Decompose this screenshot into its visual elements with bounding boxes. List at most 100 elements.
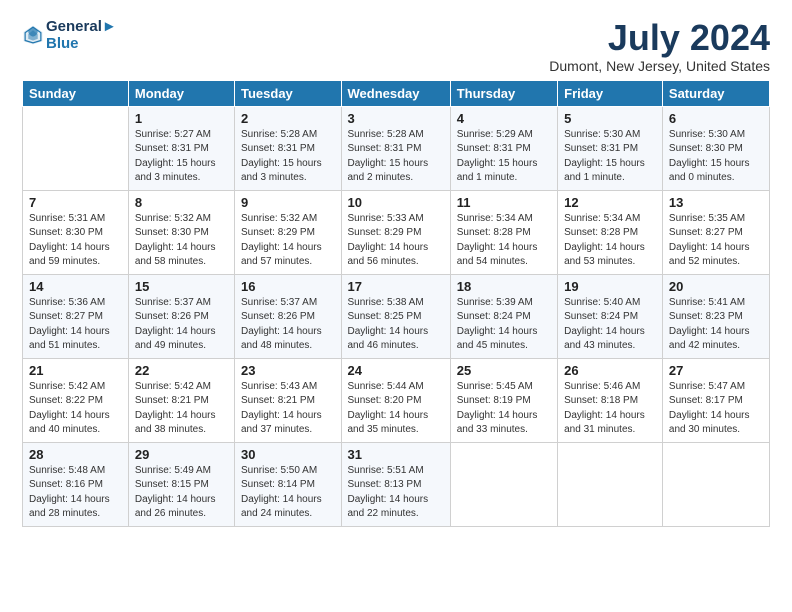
day-number: 15 — [135, 279, 228, 294]
cell-content: Sunrise: 5:35 AM Sunset: 8:27 PM Dayligh… — [669, 212, 763, 270]
calendar-cell: 27Sunrise: 5:47 AM Sunset: 8:17 PM Dayli… — [662, 358, 769, 442]
week-row-3: 14 Sunrise: 5:36 AM Sunset: 8:27 PM Dayli… — [23, 274, 770, 358]
day-number: 4 — [457, 111, 551, 126]
cell-content: Sunrise: 5:41 AM Sunset: 8:23 PM Dayligh… — [669, 296, 763, 354]
day-number: 26 — [564, 363, 656, 378]
calendar-cell: 7 Sunrise: 5:31 AM Sunset: 8:30 PM Daylig… — [23, 190, 129, 274]
day-number: 16 — [241, 279, 335, 294]
cell-content: Sunrise: 5:42 AM Sunset: 8:22 PM Dayligh… — [29, 380, 122, 438]
calendar-cell: 13 Sunrise: 5:35 AM Sunset: 8:27 PM Dayli… — [662, 190, 769, 274]
calendar-cell: 12 Sunrise: 5:34 AM Sunset: 8:28 PM Dayli… — [558, 190, 663, 274]
cell-content: Sunrise: 5:47 AM Sunset: 8:17 PM Dayligh… — [669, 380, 763, 438]
cell-content: Sunrise: 5:42 AM Sunset: 8:21 PM Dayligh… — [135, 380, 228, 438]
cell-content: Sunrise: 5:44 AM Sunset: 8:20 PM Dayligh… — [348, 380, 444, 438]
calendar-cell: 28Sunrise: 5:48 AM Sunset: 8:16 PM Dayli… — [23, 442, 129, 526]
calendar-cell: 25 Sunrise: 5:45 AM Sunset: 8:19 PM Dayli… — [450, 358, 557, 442]
day-number: 7 — [29, 195, 122, 210]
calendar-cell — [558, 442, 663, 526]
cell-content: Sunrise: 5:33 AM Sunset: 8:29 PM Dayligh… — [348, 212, 444, 270]
cell-content: Sunrise: 5:36 AM Sunset: 8:27 PM Dayligh… — [29, 296, 122, 354]
calendar-cell: 22Sunrise: 5:42 AM Sunset: 8:21 PM Dayli… — [128, 358, 234, 442]
day-number: 2 — [241, 111, 335, 126]
logo: General► Blue — [22, 18, 117, 52]
logo-text: General► Blue — [46, 18, 117, 52]
calendar-cell: 1Sunrise: 5:27 AM Sunset: 8:31 PM Daylig… — [128, 106, 234, 190]
calendar-cell: 6Sunrise: 5:30 AM Sunset: 8:30 PM Daylig… — [662, 106, 769, 190]
day-number: 25 — [457, 363, 551, 378]
page: General► Blue July 2024 Dumont, New Jers… — [0, 0, 792, 537]
calendar-cell: 5Sunrise: 5:30 AM Sunset: 8:31 PM Daylig… — [558, 106, 663, 190]
calendar-cell: 16 Sunrise: 5:37 AM Sunset: 8:26 PM Dayli… — [235, 274, 342, 358]
weekday-header-thursday: Thursday — [450, 80, 557, 106]
calendar-cell: 18 Sunrise: 5:39 AM Sunset: 8:24 PM Dayli… — [450, 274, 557, 358]
week-row-2: 7 Sunrise: 5:31 AM Sunset: 8:30 PM Daylig… — [23, 190, 770, 274]
calendar-cell: 11 Sunrise: 5:34 AM Sunset: 8:28 PM Dayli… — [450, 190, 557, 274]
calendar-cell: 2 Sunrise: 5:28 AM Sunset: 8:31 PM Daylig… — [235, 106, 342, 190]
subtitle: Dumont, New Jersey, United States — [549, 58, 770, 74]
weekday-header-saturday: Saturday — [662, 80, 769, 106]
day-number: 6 — [669, 111, 763, 126]
day-number: 23 — [241, 363, 335, 378]
day-number: 10 — [348, 195, 444, 210]
weekday-header-sunday: Sunday — [23, 80, 129, 106]
day-number: 3 — [348, 111, 444, 126]
cell-content: Sunrise: 5:39 AM Sunset: 8:24 PM Dayligh… — [457, 296, 551, 354]
cell-content: Sunrise: 5:34 AM Sunset: 8:28 PM Dayligh… — [457, 212, 551, 270]
day-number: 18 — [457, 279, 551, 294]
day-number: 17 — [348, 279, 444, 294]
calendar-cell: 8Sunrise: 5:32 AM Sunset: 8:30 PM Daylig… — [128, 190, 234, 274]
day-number: 20 — [669, 279, 763, 294]
calendar-cell: 29Sunrise: 5:49 AM Sunset: 8:15 PM Dayli… — [128, 442, 234, 526]
main-title: July 2024 — [549, 18, 770, 58]
day-number: 19 — [564, 279, 656, 294]
cell-content: Sunrise: 5:34 AM Sunset: 8:28 PM Dayligh… — [564, 212, 656, 270]
cell-content: Sunrise: 5:49 AM Sunset: 8:15 PM Dayligh… — [135, 464, 228, 522]
calendar-cell — [23, 106, 129, 190]
day-number: 11 — [457, 195, 551, 210]
cell-content: Sunrise: 5:29 AM Sunset: 8:31 PM Dayligh… — [457, 128, 551, 186]
cell-content: Sunrise: 5:51 AM Sunset: 8:13 PM Dayligh… — [348, 464, 444, 522]
calendar-cell: 17Sunrise: 5:38 AM Sunset: 8:25 PM Dayli… — [341, 274, 450, 358]
cell-content: Sunrise: 5:28 AM Sunset: 8:31 PM Dayligh… — [241, 128, 335, 186]
day-number: 21 — [29, 363, 122, 378]
weekday-header-wednesday: Wednesday — [341, 80, 450, 106]
calendar-body: 1Sunrise: 5:27 AM Sunset: 8:31 PM Daylig… — [23, 106, 770, 526]
calendar-cell: 15 Sunrise: 5:37 AM Sunset: 8:26 PM Dayli… — [128, 274, 234, 358]
week-row-1: 1Sunrise: 5:27 AM Sunset: 8:31 PM Daylig… — [23, 106, 770, 190]
weekday-header-friday: Friday — [558, 80, 663, 106]
weekday-header-monday: Monday — [128, 80, 234, 106]
calendar-cell — [662, 442, 769, 526]
day-number: 24 — [348, 363, 444, 378]
calendar-cell: 20 Sunrise: 5:41 AM Sunset: 8:23 PM Dayli… — [662, 274, 769, 358]
cell-content: Sunrise: 5:37 AM Sunset: 8:26 PM Dayligh… — [135, 296, 228, 354]
calendar-cell — [450, 442, 557, 526]
cell-content: Sunrise: 5:45 AM Sunset: 8:19 PM Dayligh… — [457, 380, 551, 438]
week-row-5: 28Sunrise: 5:48 AM Sunset: 8:16 PM Dayli… — [23, 442, 770, 526]
day-number: 14 — [29, 279, 122, 294]
cell-content: Sunrise: 5:30 AM Sunset: 8:31 PM Dayligh… — [564, 128, 656, 186]
day-number: 9 — [241, 195, 335, 210]
cell-content: Sunrise: 5:37 AM Sunset: 8:26 PM Dayligh… — [241, 296, 335, 354]
day-number: 30 — [241, 447, 335, 462]
cell-content: Sunrise: 5:28 AM Sunset: 8:31 PM Dayligh… — [348, 128, 444, 186]
week-row-4: 21 Sunrise: 5:42 AM Sunset: 8:22 PM Dayli… — [23, 358, 770, 442]
calendar-cell: 9 Sunrise: 5:32 AM Sunset: 8:29 PM Daylig… — [235, 190, 342, 274]
cell-content: Sunrise: 5:32 AM Sunset: 8:29 PM Dayligh… — [241, 212, 335, 270]
cell-content: Sunrise: 5:50 AM Sunset: 8:14 PM Dayligh… — [241, 464, 335, 522]
day-number: 12 — [564, 195, 656, 210]
logo-icon — [22, 24, 44, 46]
weekday-header-tuesday: Tuesday — [235, 80, 342, 106]
calendar-cell: 23 Sunrise: 5:43 AM Sunset: 8:21 PM Dayli… — [235, 358, 342, 442]
cell-content: Sunrise: 5:40 AM Sunset: 8:24 PM Dayligh… — [564, 296, 656, 354]
calendar-cell: 21 Sunrise: 5:42 AM Sunset: 8:22 PM Dayli… — [23, 358, 129, 442]
cell-content: Sunrise: 5:43 AM Sunset: 8:21 PM Dayligh… — [241, 380, 335, 438]
cell-content: Sunrise: 5:31 AM Sunset: 8:30 PM Dayligh… — [29, 212, 122, 270]
calendar-header: SundayMondayTuesdayWednesdayThursdayFrid… — [23, 80, 770, 106]
cell-content: Sunrise: 5:27 AM Sunset: 8:31 PM Dayligh… — [135, 128, 228, 186]
cell-content: Sunrise: 5:46 AM Sunset: 8:18 PM Dayligh… — [564, 380, 656, 438]
calendar-table: SundayMondayTuesdayWednesdayThursdayFrid… — [22, 80, 770, 527]
calendar-cell: 31Sunrise: 5:51 AM Sunset: 8:13 PM Dayli… — [341, 442, 450, 526]
day-number: 28 — [29, 447, 122, 462]
day-number: 13 — [669, 195, 763, 210]
calendar-cell: 24 Sunrise: 5:44 AM Sunset: 8:20 PM Dayli… — [341, 358, 450, 442]
